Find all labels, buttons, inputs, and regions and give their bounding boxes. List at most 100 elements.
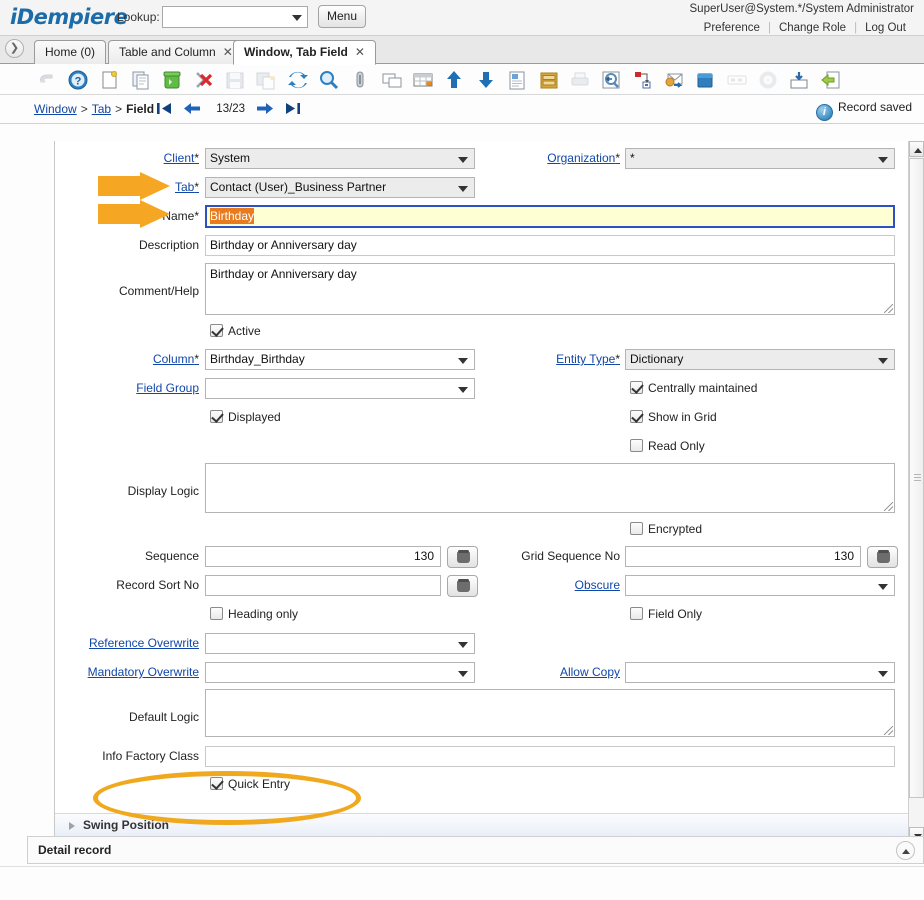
save-icon[interactable] [221, 66, 249, 94]
delete-record-icon[interactable] [158, 66, 186, 94]
refresh-icon[interactable] [284, 66, 312, 94]
find-icon[interactable] [315, 66, 343, 94]
next-record-icon[interactable] [255, 99, 279, 119]
first-record-icon[interactable] [155, 99, 179, 119]
field-reference-overwrite[interactable] [205, 633, 475, 654]
sequence-calculator-button[interactable] [447, 546, 478, 568]
checkbox-field-only-box[interactable] [630, 607, 643, 620]
label-reference-overwrite[interactable]: Reference Overwrite [77, 633, 199, 653]
checkbox-displayed-box[interactable] [210, 410, 223, 423]
checkbox-active-box[interactable] [210, 324, 223, 337]
detail-record-icon[interactable] [472, 66, 500, 94]
save-create-icon[interactable] [252, 66, 280, 94]
field-allow-copy[interactable] [625, 662, 895, 683]
checkbox-quick-entry[interactable]: Quick Entry [210, 777, 290, 791]
log-out-link[interactable]: Log Out [857, 22, 914, 34]
field-mandatory-overwrite[interactable] [205, 662, 475, 683]
checkbox-read-only-box[interactable] [630, 439, 643, 452]
copy-record-icon[interactable] [127, 66, 155, 94]
field-display-logic[interactable] [205, 463, 895, 513]
checkbox-heading-only-box[interactable] [210, 607, 223, 620]
resize-grip-icon[interactable] [884, 304, 893, 313]
change-role-link[interactable]: Change Role [771, 22, 854, 34]
checkbox-centrally-maintained-box[interactable] [630, 381, 643, 394]
checkbox-active[interactable]: Active [210, 324, 261, 338]
checkbox-encrypted-box[interactable] [630, 522, 643, 535]
new-record-icon[interactable] [96, 66, 124, 94]
preference-link[interactable]: Preference [696, 22, 768, 34]
field-record-sort-no[interactable] [205, 575, 441, 596]
field-comment-help[interactable]: Birthday or Anniversary day [205, 263, 895, 315]
close-icon[interactable]: ✕ [355, 45, 365, 59]
checkbox-displayed[interactable]: Displayed [210, 410, 281, 424]
form-vertical-scrollbar[interactable] [908, 141, 924, 843]
chat-icon[interactable] [378, 66, 406, 94]
tab-window-tab-field[interactable]: Window, Tab Field✕ [233, 40, 376, 65]
undo-icon[interactable] [33, 66, 61, 94]
product-info-icon[interactable] [691, 66, 719, 94]
checkbox-quick-entry-box[interactable] [210, 777, 223, 790]
label-column[interactable]: Column* [133, 349, 199, 369]
previous-record-icon[interactable] [182, 99, 206, 119]
label-field-group[interactable]: Field Group [115, 378, 199, 398]
export-icon[interactable] [785, 66, 813, 94]
breadcrumb-window[interactable]: Window [34, 102, 77, 116]
grid-sequence-calculator-button[interactable] [867, 546, 898, 568]
active-workflow-icon[interactable] [629, 66, 657, 94]
label-tab[interactable]: Tab* [133, 177, 199, 197]
label-obscure[interactable]: Obscure [505, 575, 620, 595]
checkbox-read-only[interactable]: Read Only [630, 439, 705, 453]
label-entity-type[interactable]: Entity Type* [495, 349, 620, 369]
resize-grip-icon[interactable] [884, 502, 893, 511]
checkbox-heading-only[interactable]: Heading only [210, 607, 298, 621]
field-client[interactable]: System [205, 148, 475, 169]
field-field-group[interactable] [205, 378, 475, 399]
field-description[interactable]: Birthday or Anniversary day [205, 235, 895, 256]
help-icon[interactable]: ? [64, 66, 92, 94]
field-entity-type[interactable]: Dictionary [625, 349, 895, 370]
record-sort-calculator-button[interactable] [447, 575, 478, 597]
print-icon[interactable] [566, 66, 594, 94]
last-record-icon[interactable] [282, 99, 306, 119]
checkbox-field-only[interactable]: Field Only [630, 607, 702, 621]
checkbox-encrypted[interactable]: Encrypted [630, 522, 702, 536]
close-icon[interactable]: ✕ [223, 45, 233, 59]
field-column[interactable]: Birthday_Birthday [205, 349, 475, 370]
field-sequence[interactable]: 130 [205, 546, 441, 567]
section-swing-position[interactable]: Swing Position [55, 813, 924, 837]
archive-icon[interactable] [535, 66, 563, 94]
parent-record-icon[interactable] [440, 66, 468, 94]
tab-home[interactable]: Home (0) [34, 40, 106, 64]
field-obscure[interactable] [625, 575, 895, 596]
preference-icon[interactable] [754, 66, 782, 94]
report-icon[interactable] [503, 66, 531, 94]
checkbox-show-in-grid[interactable]: Show in Grid [630, 410, 717, 424]
scroll-thumb[interactable] [909, 158, 924, 798]
menu-button[interactable]: Menu [318, 5, 366, 28]
detail-record-bar[interactable]: Detail record [27, 836, 924, 864]
field-grid-sequence-no[interactable]: 130 [625, 546, 861, 567]
field-info-factory-class[interactable] [205, 746, 895, 767]
field-tab[interactable]: Contact (User)_Business Partner [205, 177, 475, 198]
attachment-icon[interactable] [346, 66, 374, 94]
field-default-logic[interactable] [205, 689, 895, 737]
customize-icon[interactable] [723, 66, 751, 94]
scroll-up-button[interactable] [909, 141, 924, 157]
field-organization[interactable]: * [625, 148, 895, 169]
lookup-input[interactable] [162, 6, 308, 28]
exit-icon[interactable] [817, 66, 845, 94]
delete-selection-icon[interactable] [190, 66, 218, 94]
tab-table-and-column[interactable]: Table and Column✕ [108, 40, 244, 64]
collapse-icon[interactable] [896, 841, 915, 860]
breadcrumb-tab[interactable]: Tab [92, 102, 111, 116]
resize-grip-icon[interactable] [884, 726, 893, 735]
label-mandatory-overwrite[interactable]: Mandatory Overwrite [73, 662, 199, 682]
checkbox-show-in-grid-box[interactable] [630, 410, 643, 423]
label-allow-copy[interactable]: Allow Copy [495, 662, 620, 682]
zoom-across-icon[interactable] [597, 66, 625, 94]
label-client[interactable]: Client* [133, 148, 199, 168]
checkbox-centrally-maintained[interactable]: Centrally maintained [630, 381, 757, 395]
field-name[interactable]: Birthday [205, 205, 895, 228]
label-organization[interactable]: Organization* [495, 148, 620, 168]
sidebar-toggle-icon[interactable]: ❯ [5, 39, 24, 58]
